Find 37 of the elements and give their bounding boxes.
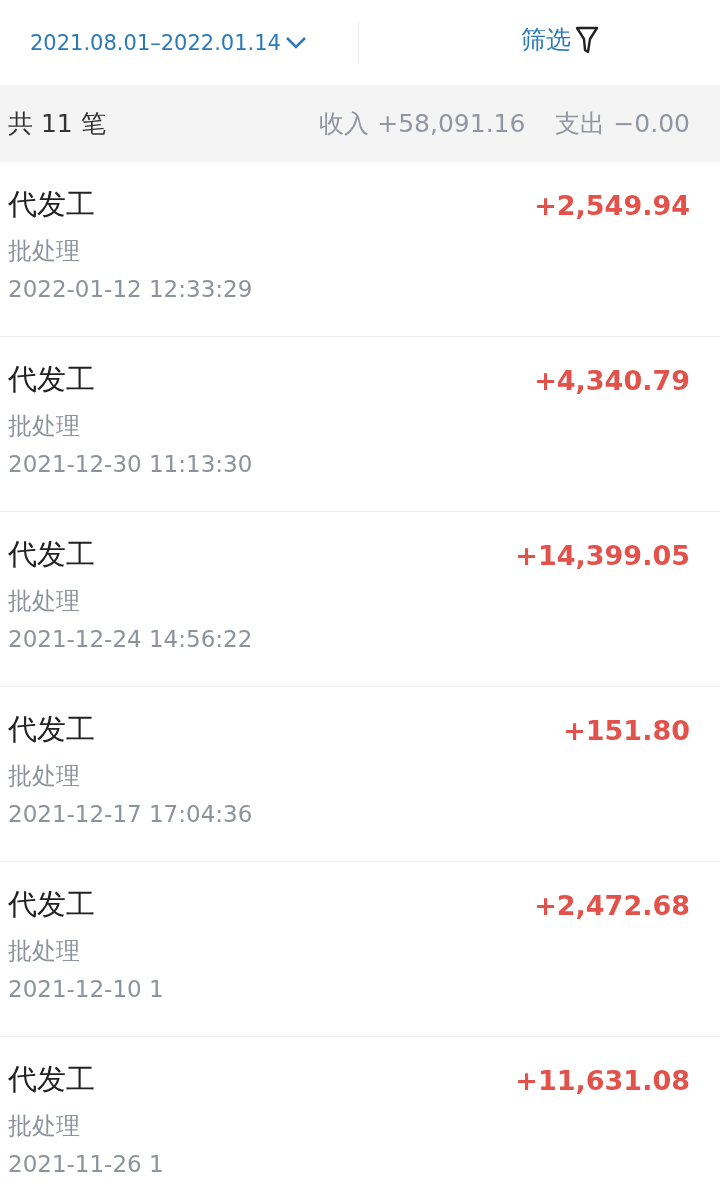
transaction-type: 批处理 bbox=[8, 1111, 81, 1142]
transaction-time: 2022-01-12 12:33:29 bbox=[8, 275, 253, 304]
transaction-type: 批处理 bbox=[8, 236, 81, 267]
transaction-title: 代发工 bbox=[8, 361, 96, 398]
transaction-amount: +11,631.08 bbox=[515, 1064, 690, 1096]
transaction-title: 代发工 bbox=[8, 536, 96, 573]
expense-total: 支出 −0.00 bbox=[555, 108, 690, 140]
transaction-amount: +4,340.79 bbox=[534, 364, 690, 396]
transaction-time: 2021-12-10 1 bbox=[8, 975, 164, 1004]
transaction-row[interactable]: 代发工 批处理 2021-11-26 1 +11,631.08 bbox=[0, 1037, 720, 1191]
transaction-row[interactable]: 代发工 批处理 2021-12-17 17:04:36 +151.80 bbox=[0, 687, 720, 862]
date-range-dropdown[interactable]: 2021.08.01–2022.01.14 bbox=[0, 30, 358, 55]
transaction-amount: +2,472.68 bbox=[534, 889, 690, 921]
transaction-count: 共 11 笔 bbox=[8, 108, 107, 140]
funnel-icon bbox=[574, 25, 599, 54]
transaction-type: 批处理 bbox=[8, 586, 81, 617]
transaction-amount: +151.80 bbox=[563, 714, 690, 746]
transaction-type: 批处理 bbox=[8, 936, 81, 967]
transaction-title: 代发工 bbox=[8, 1061, 96, 1098]
transaction-title: 代发工 bbox=[8, 886, 96, 923]
transaction-row[interactable]: 代发工 批处理 2022-01-12 12:33:29 +2,549.94 bbox=[0, 162, 720, 337]
transaction-amount: +14,399.05 bbox=[515, 539, 690, 571]
filter-button[interactable]: 筛选 bbox=[359, 23, 720, 62]
transaction-time: 2021-12-30 11:13:30 bbox=[8, 450, 253, 479]
transaction-row[interactable]: 代发工 批处理 2021-12-30 11:13:30 +4,340.79 bbox=[0, 337, 720, 512]
transaction-amount: +2,549.94 bbox=[534, 189, 690, 221]
transaction-row[interactable]: 代发工 批处理 2021-12-24 14:56:22 +14,399.05 bbox=[0, 512, 720, 687]
transaction-time: 2021-11-26 1 bbox=[8, 1150, 164, 1179]
transaction-time: 2021-12-17 17:04:36 bbox=[8, 800, 253, 829]
income-total: 收入 +58,091.16 bbox=[319, 108, 526, 140]
chevron-down-icon bbox=[285, 35, 307, 50]
transaction-time: 2021-12-24 14:56:22 bbox=[8, 625, 253, 654]
transaction-title: 代发工 bbox=[8, 186, 96, 223]
transaction-type: 批处理 bbox=[8, 761, 81, 792]
transaction-type: 批处理 bbox=[8, 411, 81, 442]
transaction-row[interactable]: 代发工 批处理 2021-12-10 1 +2,472.68 bbox=[0, 862, 720, 1037]
transaction-title: 代发工 bbox=[8, 711, 96, 748]
